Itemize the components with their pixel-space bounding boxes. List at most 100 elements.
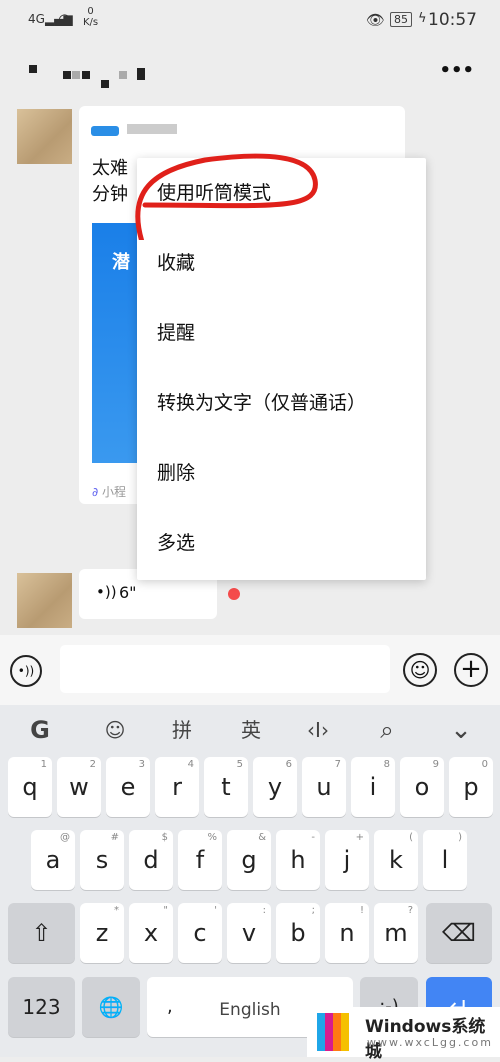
key-label: w [69,773,89,801]
key-x[interactable]: " x [129,903,173,963]
key-hint: * [114,905,119,916]
key-t[interactable]: 5t [204,757,248,817]
key-label: a [45,846,61,874]
key-j[interactable]: + j [325,830,369,890]
watermark-url: www.wxcLgg.com [367,1036,493,1049]
key-hint: & [258,832,266,843]
key-label: r [172,773,182,801]
network-type: 4G [28,12,45,26]
key-hint: 6 [285,759,292,770]
key-d[interactable]: $ d [129,830,173,890]
key-hint: - [311,832,315,843]
app-name [127,124,177,134]
key-b[interactable]: ; b [276,903,320,963]
emoji-icon[interactable]: ☺ [95,715,135,745]
banner-text: 潜 [112,252,130,273]
back-button[interactable] [15,65,45,85]
key-n[interactable]: ! n [325,903,369,963]
key-label: p [463,773,479,801]
globe-icon[interactable]: 🌐 [82,977,140,1037]
key-hint: 2 [89,759,96,770]
key-label: f [195,846,205,874]
key-hint: ! [359,905,364,916]
key-hint: : [262,905,266,916]
input-bar: •)) ☺ + [0,635,500,705]
key-w[interactable]: 2w [57,757,101,817]
google-icon[interactable]: G [20,715,60,745]
key-hint: 1 [40,759,47,770]
key-label: v [241,919,257,947]
more-options-button[interactable]: ••• [439,60,474,81]
key-label: m [384,919,408,947]
app-logo-icon [91,126,119,136]
key-label: j [343,846,351,874]
key-p[interactable]: 0p [449,757,493,817]
key-r[interactable]: 4r [155,757,199,817]
key-label: n [339,919,355,947]
key-a[interactable]: @ a [31,830,75,890]
eye-comfort-icon: 👁 [366,11,386,29]
message-input[interactable] [60,645,390,693]
key-s[interactable]: # s [80,830,124,890]
backspace-key[interactable]: ⌫ [426,903,492,963]
menu-item-convert-to-text[interactable]: 转换为文字（仅普通话） [137,368,426,438]
plus-button[interactable]: + [454,653,488,687]
watermark-logo-icon [317,1013,349,1051]
key-hint: $ [161,832,168,843]
card-footer: ∂ 小程 [92,483,126,500]
key-label: g [241,846,257,874]
key-hint: ' [214,905,217,916]
key-label: z [95,919,109,947]
key-hint: ) [458,832,462,843]
unread-dot [228,588,240,600]
key-o[interactable]: 9o [400,757,444,817]
emoji-button[interactable]: ☺ [403,653,437,687]
key-g[interactable]: & g [227,830,271,890]
key-c[interactable]: ' c [178,903,222,963]
cursor-icon[interactable]: ‹I› [298,715,338,745]
voice-input-button[interactable]: •)) [10,655,42,687]
key-y[interactable]: 6y [253,757,297,817]
key-v[interactable]: :v [227,903,271,963]
space-label: English [219,1000,281,1020]
key-hint: ( [409,832,413,843]
key-label: k [389,846,403,874]
menu-item-delete[interactable]: 删除 [137,438,426,508]
card-footer-text: 小程 [102,485,127,499]
red-annotation-circle [135,153,318,240]
key-hint: # [110,832,119,843]
key-hint: ; [311,905,315,916]
key-e[interactable]: 3e [106,757,150,817]
key-hint: 4 [187,759,194,770]
key-hint: + [355,832,364,843]
status-bar: 4G▂▄▆ ◠ 0 K/s 👁 85 ϟ 10:57 [0,0,500,44]
key-u[interactable]: 7u [302,757,346,817]
key-f[interactable]: % f [178,830,222,890]
key-label: q [22,773,38,801]
menu-item-remind[interactable]: 提醒 [137,298,426,368]
pinyin-button[interactable]: 拼 [162,715,202,745]
numbers-key[interactable]: 123 [8,977,75,1037]
key-k[interactable]: (k [374,830,418,890]
key-hint: 0 [481,759,488,770]
speed-unit: K/s [83,17,99,28]
key-label: s [95,846,109,874]
wifi-icon: ◠ [58,10,72,28]
shift-key[interactable]: ⇧ [8,903,75,963]
key-hint: 7 [334,759,341,770]
key-hint: 3 [138,759,145,770]
english-button[interactable]: 英 [231,715,271,745]
avatar[interactable] [17,573,72,628]
charging-icon: ϟ [418,11,427,26]
key-l[interactable]: ) l [423,830,467,890]
key-i[interactable]: 8i [351,757,395,817]
key-h[interactable]: -h [276,830,320,890]
menu-item-multi-select[interactable]: 多选 [137,508,426,578]
key-z[interactable]: * z [80,903,124,963]
key-m[interactable]: ? m [374,903,418,963]
chevron-down-icon[interactable]: ⌄ [441,715,481,745]
search-icon[interactable]: ⌕ [367,715,407,745]
avatar[interactable] [17,109,72,164]
key-q[interactable]: 1q [8,757,52,817]
voice-duration: 6" [119,583,137,602]
